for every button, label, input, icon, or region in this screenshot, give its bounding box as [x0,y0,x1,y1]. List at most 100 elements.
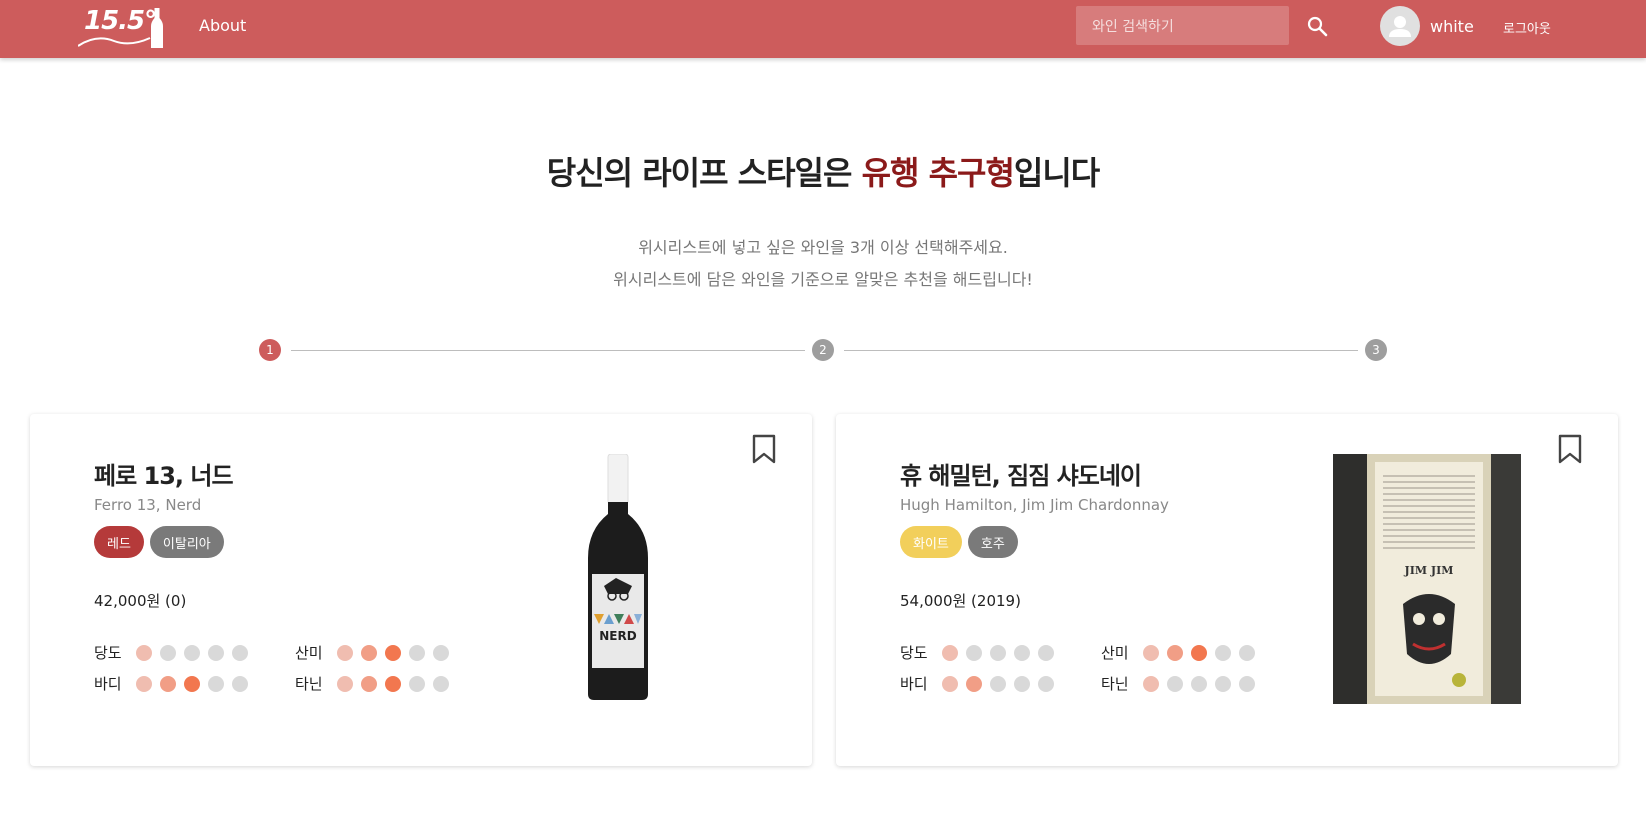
page-title: 당신의 라이프 스타일은 유행 추구형입니다 [0,148,1646,194]
top-navbar: 15.5° About 와인 검색하기 white 로그아웃 [0,0,1646,58]
attr-label: 당도 [900,644,928,662]
rating-dot [1143,675,1159,692]
rating-dot [966,675,982,692]
rating-dot [232,675,248,692]
tannin-rating: 타닌 [295,673,449,694]
attr-label: 당도 [94,644,122,662]
bottle-label-text: NERD [599,629,636,643]
rating-dot [433,675,449,692]
rating-dot [1215,675,1231,692]
rating-dot [136,644,152,661]
user-avatar[interactable] [1380,6,1420,46]
wine-card[interactable]: 휴 해밀턴, 짐짐 샤도네이 Hugh Hamilton, Jim Jim Ch… [836,414,1618,766]
acidity-rating: 산미 [295,642,449,663]
bookmark-icon[interactable] [751,434,777,464]
acidity-rating: 산미 [1101,642,1255,663]
rating-dot [337,675,353,692]
username[interactable]: white [1430,17,1474,36]
wine-bottle-image: NERD [588,454,648,700]
rating-dots [1143,644,1255,661]
rating-dot [1239,675,1255,692]
body-rating: 바디 [900,673,1054,694]
sweetness-rating: 당도 [900,642,1054,663]
attr-label: 바디 [94,675,122,693]
rating-dots [942,644,1054,661]
step-connector [844,350,1358,351]
wine-price: 42,000원 (0) [94,592,187,610]
rating-dot [1038,644,1054,661]
search-placeholder: 와인 검색하기 [1092,18,1174,35]
rating-dot [433,644,449,661]
attr-label: 타닌 [295,675,323,693]
tannin-rating: 타닌 [1101,673,1255,694]
attr-label: 타닌 [1101,675,1129,693]
instruction-line-1: 위시리스트에 넣고 싶은 와인을 3개 이상 선택해주세요. [638,238,1008,257]
person-icon [1389,16,1411,37]
rating-dot [160,675,176,692]
rating-dot [990,675,1006,692]
rating-dots [136,675,248,692]
wine-name-en: Hugh Hamilton, Jim Jim Chardonnay [900,496,1169,514]
rating-dot [1191,675,1207,692]
page-title-prefix: 당신의 라이프 스타일은 [546,154,862,192]
attr-label: 바디 [900,675,928,693]
wine-tags: 레드 이탈리아 [94,526,224,558]
rating-dot [1014,675,1030,692]
wine-name-ko: 페로 13, 너드 [94,462,234,490]
bookmark-icon[interactable] [1557,434,1583,464]
wine-bottle-photo: JIM JIM [1333,454,1521,704]
step-2: 2 [812,339,834,361]
rating-dot [1167,644,1183,661]
rating-dot [1167,675,1183,692]
rating-dot [1038,675,1054,692]
rating-dot [1191,644,1207,661]
wine-type-tag: 화이트 [900,526,962,558]
rating-dot [990,644,1006,661]
lifestyle-type: 유행 추구형 [861,154,1015,192]
search-icon[interactable] [1305,14,1329,38]
rating-dot [184,675,200,692]
rating-dot [1143,644,1159,661]
logo[interactable]: 15.5° [78,6,170,48]
step-1: 1 [259,339,281,361]
rating-dot [136,675,152,692]
wine-country-tag: 호주 [967,526,1018,558]
rating-dot [942,675,958,692]
wine-card[interactable]: 페로 13, 너드 Ferro 13, Nerd 레드 이탈리아 42,000원… [30,414,812,766]
body-rating: 바디 [94,673,248,694]
rating-dots [337,675,449,692]
search-input[interactable]: 와인 검색하기 [1076,6,1289,45]
step-connector [291,350,805,351]
rating-dot [1215,644,1231,661]
instruction-line-2: 위시리스트에 담은 와인을 기준으로 알맞은 추천을 해드립니다! [613,270,1033,289]
rating-dot [385,644,401,661]
logo-text: 15.5° [84,6,157,36]
rating-dot [1014,644,1030,661]
wine-price: 54,000원 (2019) [900,592,1021,610]
rating-dots [337,644,449,661]
rating-dot [361,675,377,692]
rating-dot [184,644,200,661]
nav-about-link[interactable]: About [199,16,246,35]
page-title-suffix: 입니다 [1013,154,1100,192]
rating-dot [1239,644,1255,661]
attr-label: 산미 [1101,644,1129,662]
rating-dot [160,644,176,661]
attr-label: 산미 [295,644,323,662]
rating-dot [409,644,425,661]
sweetness-rating: 당도 [94,642,248,663]
rating-dot [208,675,224,692]
wine-name-en: Ferro 13, Nerd [94,496,202,514]
logout-button[interactable]: 로그아웃 [1503,18,1551,37]
wine-name-ko: 휴 해밀턴, 짐짐 샤도네이 [900,462,1142,490]
rating-dots [942,675,1054,692]
logo-wave [78,37,151,47]
wine-tags: 화이트 호주 [900,526,1018,558]
rating-dot [942,644,958,661]
rating-dot [385,675,401,692]
rating-dot [337,644,353,661]
rating-dot [208,644,224,661]
bottle-label-text: JIM JIM [1404,564,1454,577]
rating-dots [136,644,248,661]
rating-dot [409,675,425,692]
